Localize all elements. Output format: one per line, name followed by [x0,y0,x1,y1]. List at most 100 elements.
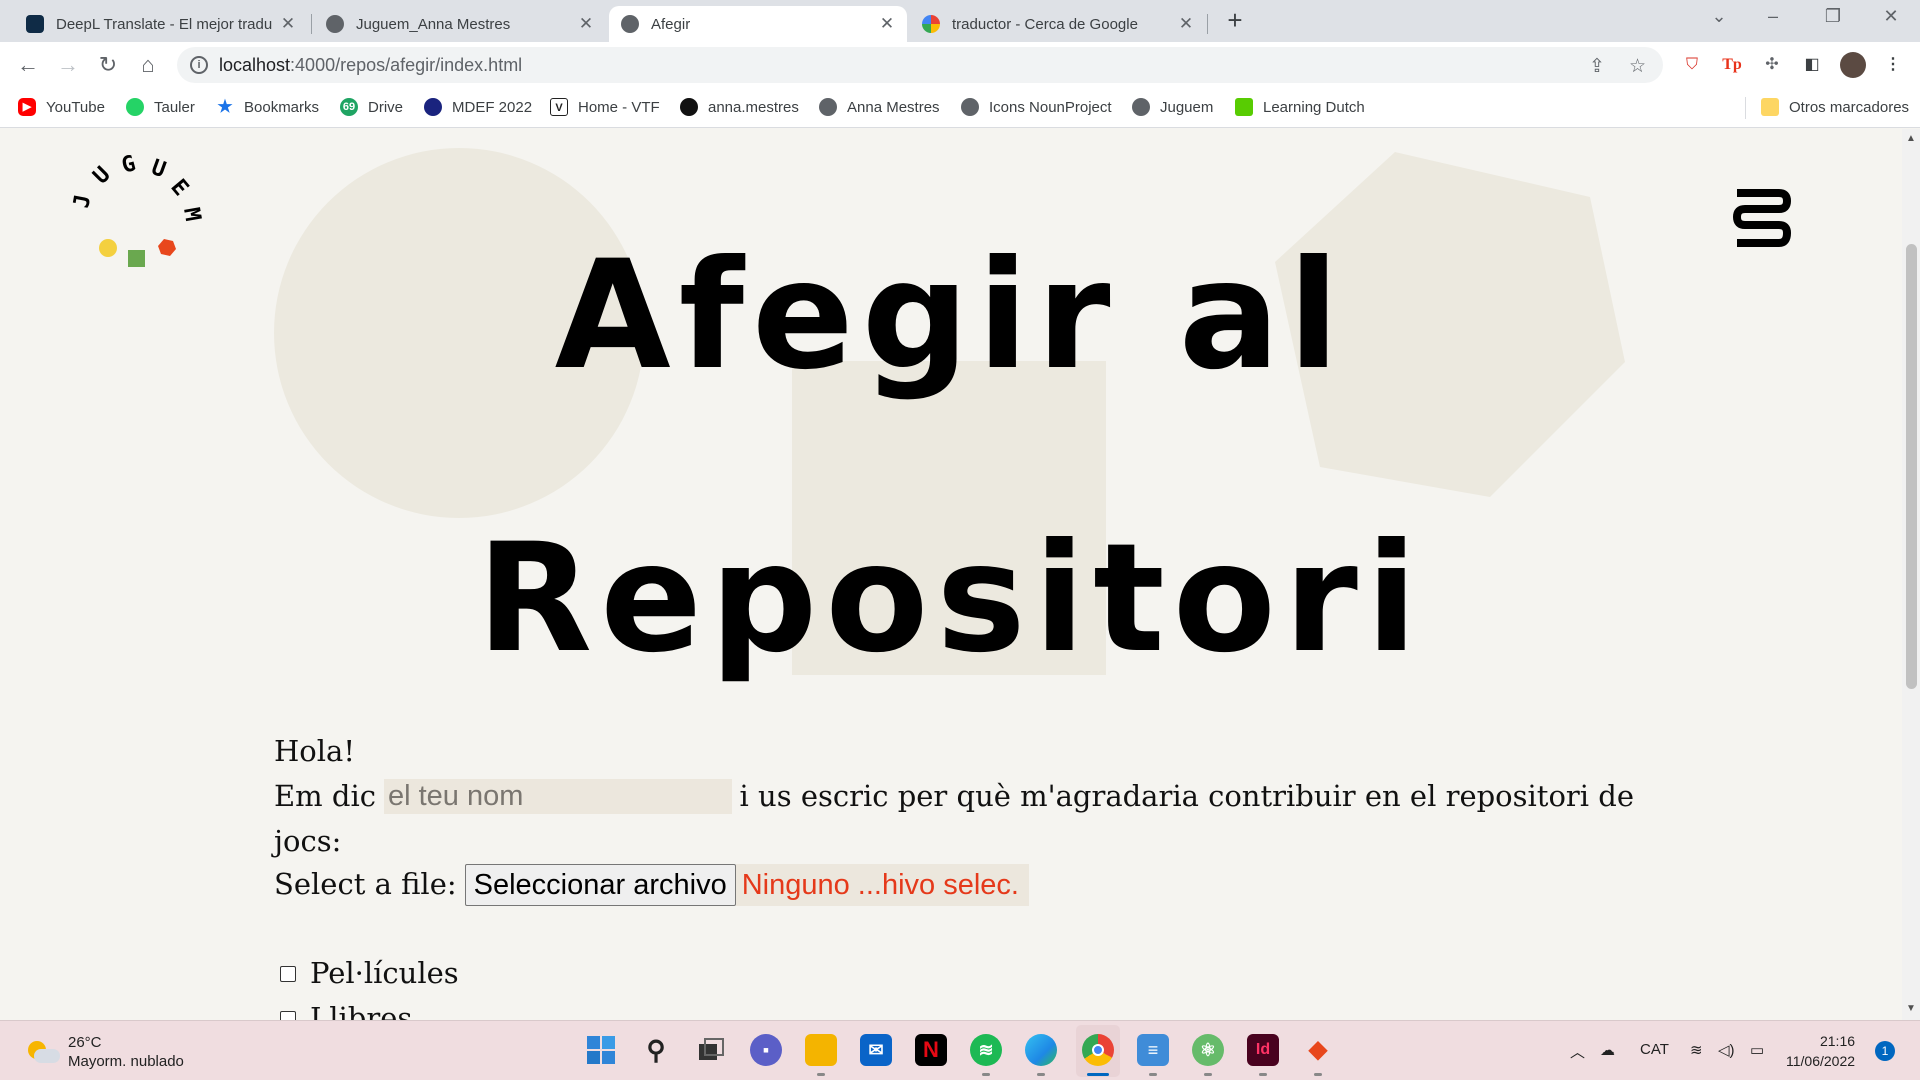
tab-strip: DeepL Translate - El mejor traduc ✕ Jugu… [0,0,1920,42]
bookmark-nounproject[interactable]: Icons NounProject [961,98,1112,116]
ublock-icon[interactable]: ⛉ [1681,54,1703,76]
url-text[interactable]: localhost:4000/repos/afegir/index.html [219,55,522,76]
tab-search-icon[interactable]: ⌄ [1704,6,1734,27]
spotify-icon[interactable]: ≋ [970,1034,1002,1066]
bookmark-bookmarks[interactable]: ★ Bookmarks [216,98,319,116]
bookmark-label: Bookmarks [244,98,320,116]
bookmark-learning-dutch[interactable]: Learning Dutch [1235,98,1365,116]
close-icon[interactable]: ✕ [578,14,594,34]
books-checkbox[interactable] [280,1010,296,1020]
deepl-icon [26,15,44,33]
onedrive-icon[interactable]: ☁ [1600,1041,1615,1059]
side-panel-icon[interactable]: ◧ [1801,54,1823,76]
running-indicator [982,1073,990,1076]
reload-icon[interactable]: ↻ [94,52,122,78]
netflix-icon[interactable]: N [915,1034,947,1066]
system-clock[interactable]: 21:16 11/06/2022 [1786,1031,1855,1071]
scrollbar-thumb[interactable] [1906,244,1917,689]
task-view-icon[interactable] [695,1034,727,1066]
tp-extension-icon[interactable]: Tp [1721,54,1743,76]
windows-start-icon[interactable] [585,1034,617,1066]
bookmark-tauler[interactable]: Tauler [126,98,195,116]
bookmark-github[interactable]: anna.mestres [680,98,799,116]
profile-avatar[interactable] [1840,52,1866,78]
notification-badge[interactable]: 1 [1875,1041,1895,1061]
bookmark-drive[interactable]: 69 Drive [340,98,403,116]
language-indicator[interactable]: CAT [1640,1041,1669,1058]
bookmark-juguem[interactable]: Juguem [1132,98,1213,116]
info-icon[interactable]: i [190,56,208,74]
checkbox-row-movies: Pel·lícules [274,951,1634,996]
tab-afegir[interactable]: Afegir ✕ [609,6,907,42]
bookmark-mdef[interactable]: MDEF 2022 [424,98,532,116]
bookmark-label: Juguem [1160,98,1214,116]
youtube-icon: ▶ [18,98,36,116]
github-icon [680,98,698,116]
movies-checkbox[interactable] [280,965,296,982]
bookmark-youtube[interactable]: ▶ YouTube [18,98,105,116]
teams-chat-icon[interactable]: ▪ [750,1034,782,1066]
close-icon[interactable]: ✕ [280,14,296,34]
window-close-icon[interactable]: ✕ [1876,6,1906,27]
close-icon[interactable]: ✕ [879,14,895,34]
close-icon[interactable]: ✕ [1178,14,1194,34]
back-icon[interactable]: ← [14,52,42,78]
weather-widget[interactable]: 26°C Mayorm. nublado [24,1033,184,1071]
vtf-icon: V [550,98,568,116]
volume-icon[interactable]: ◁) [1718,1041,1735,1059]
globe-icon [326,15,344,33]
other-bookmarks[interactable]: Otros marcadores [1761,98,1909,116]
weather-text: Mayorm. nublado [68,1053,184,1070]
bookmark-anna-mestres[interactable]: Anna Mestres [819,98,940,116]
bookmark-label: YouTube [46,98,105,116]
mdef-icon [424,98,442,116]
globe-icon [1132,98,1150,116]
battery-icon[interactable]: ▭ [1750,1041,1764,1059]
tab-deepl[interactable]: DeepL Translate - El mejor traduc ✕ [14,6,308,42]
bookmark-vtf[interactable]: V Home - VTF [550,98,660,116]
edge-icon[interactable] [1025,1034,1057,1066]
running-indicator [1037,1073,1045,1076]
search-icon[interactable]: ⚲ [640,1034,672,1066]
forward-icon[interactable]: → [54,52,82,78]
clock-time: 21:16 [1819,1033,1856,1049]
notepad-icon[interactable]: ≡ [1137,1034,1169,1066]
share-icon[interactable]: ⇪ [1589,55,1605,78]
temperature: 26°C [68,1034,102,1051]
extensions-icon[interactable]: ✣ [1761,54,1783,76]
tab-juguem[interactable]: Juguem_Anna Mestres ✕ [314,6,606,42]
restore-icon[interactable]: ❐ [1818,6,1848,27]
bookmark-star-icon[interactable]: ☆ [1629,55,1646,78]
more-menu-icon[interactable]: ⋮ [1882,54,1904,76]
name-prefix: Em dic [274,779,376,813]
wifi-icon[interactable]: ≋ [1690,1041,1703,1059]
globe-icon [819,98,837,116]
atom-icon[interactable]: ⚛ [1192,1034,1224,1066]
svg-text:E: E [165,175,193,201]
home-icon[interactable]: ⌂ [134,52,162,78]
star-icon: ★ [217,97,233,116]
name-line-2: jocs: [274,819,1634,864]
mail-icon[interactable]: ✉ [860,1034,892,1066]
gitkraken-icon[interactable]: ◆ [1302,1034,1334,1066]
page-scrollbar[interactable]: ▲ ▼ [1902,129,1920,1020]
tab-google[interactable]: traductor - Cerca de Google ✕ [910,6,1206,42]
minimize-icon[interactable]: – [1758,6,1788,27]
name-suffix: i us escric per què m'agradaria contribu… [739,779,1634,813]
books-label: Llibres [310,1001,413,1020]
active-indicator [1087,1073,1109,1076]
svg-text:G: G [119,151,138,179]
scroll-down-icon[interactable]: ▼ [1906,1003,1916,1014]
browser-toolbar: ← → ↻ ⌂ i localhost:4000/repos/afegir/in… [0,42,1920,88]
indesign-icon[interactable]: Id [1247,1034,1279,1066]
show-hidden-icons[interactable]: ︿ [1570,1041,1585,1062]
svg-text:U: U [148,155,169,183]
choose-file-button[interactable]: Seleccionar archivo [464,863,736,906]
chrome-icon[interactable] [1082,1034,1114,1066]
name-input[interactable]: el teu nom [383,779,732,814]
address-bar[interactable]: i localhost:4000/repos/afegir/index.html… [177,47,1663,83]
new-tab-button[interactable]: + [1222,7,1248,34]
bookmark-label: anna.mestres [708,98,799,116]
scroll-up-icon[interactable]: ▲ [1906,133,1916,144]
file-explorer-icon[interactable] [805,1034,837,1066]
